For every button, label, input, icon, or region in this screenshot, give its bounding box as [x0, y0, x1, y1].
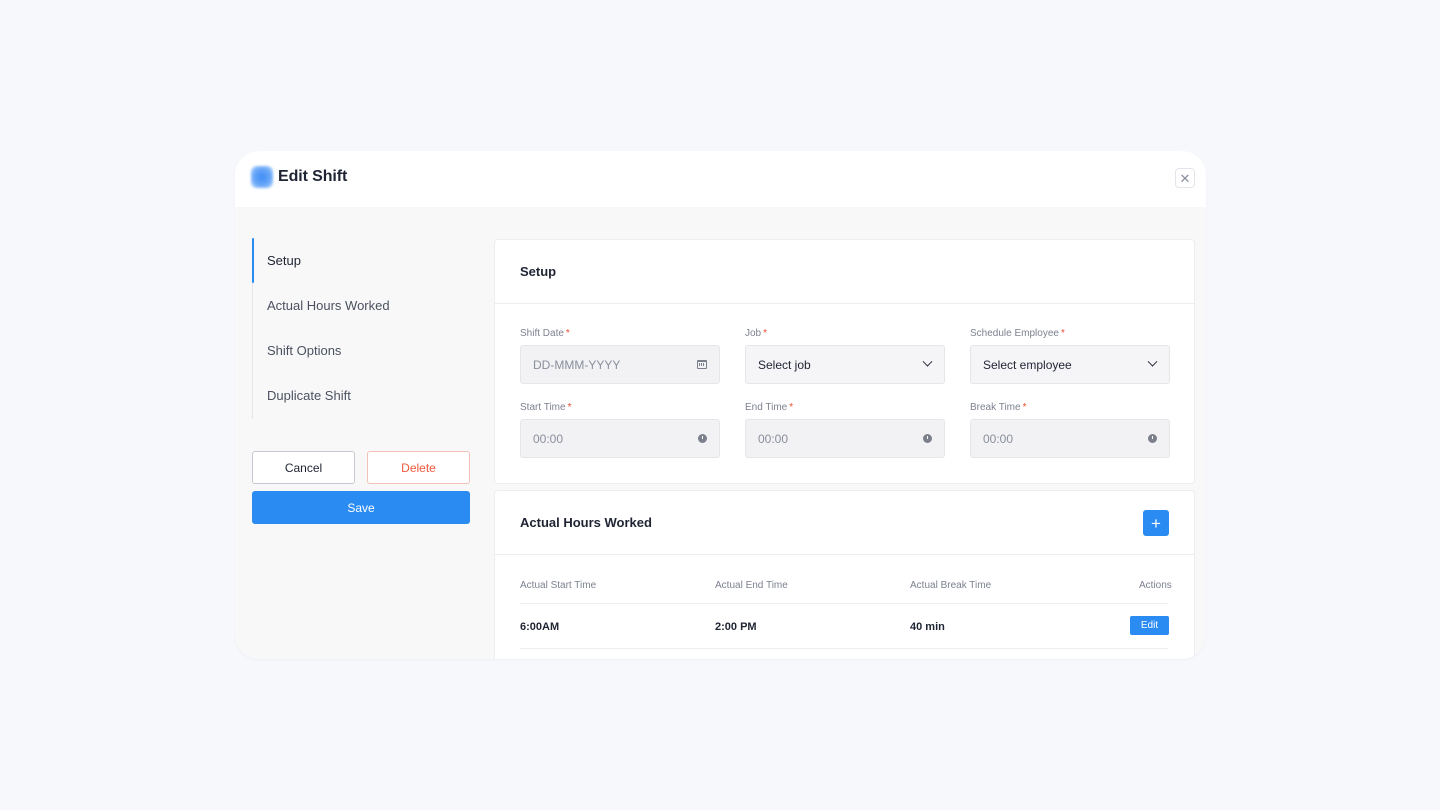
clock-icon: [697, 434, 707, 444]
modal-header: Edit Shift ✕: [235, 151, 1206, 207]
end-time-input[interactable]: 00:00: [745, 419, 945, 458]
nav-item-setup[interactable]: Setup: [252, 238, 482, 283]
chevron-down-icon: [922, 356, 932, 370]
clock-icon: [1147, 434, 1157, 444]
nav-item-shift-options[interactable]: Shift Options: [252, 328, 482, 373]
job-select-value: Select job: [758, 357, 811, 372]
column-header-actual-break-time: Actual Break Time: [910, 580, 992, 591]
clock-icon: [922, 434, 932, 444]
save-button[interactable]: Save: [252, 491, 470, 524]
actual-hours-card-header: Actual Hours Worked +: [495, 491, 1194, 555]
app-logo-icon: [251, 166, 273, 188]
schedule-employee-label: Schedule Employee *: [970, 328, 1065, 339]
cell-actual-break-time: 40 min: [910, 621, 945, 633]
start-time-input[interactable]: 00:00: [520, 419, 720, 458]
end-time-label: End Time *: [745, 402, 794, 413]
cell-actual-start-time: 6:00AM: [520, 621, 560, 633]
actual-hours-card: Actual Hours Worked + Actual Start Time …: [494, 490, 1195, 659]
calendar-icon[interactable]: [697, 360, 707, 370]
start-time-label: Start Time *: [520, 402, 572, 413]
job-label: Job *: [745, 328, 768, 339]
column-header-actual-start-time: Actual Start Time: [520, 580, 597, 591]
side-nav: Setup Actual Hours Worked Shift Options …: [252, 238, 482, 419]
edit-row-button[interactable]: Edit: [1130, 616, 1169, 635]
break-time-placeholder: 00:00: [983, 431, 1014, 446]
cancel-button[interactable]: Cancel: [252, 451, 355, 484]
close-icon[interactable]: ✕: [1175, 168, 1195, 188]
table-divider: [520, 648, 1168, 649]
employee-select[interactable]: Select employee: [970, 345, 1170, 384]
break-time-input[interactable]: 00:00: [970, 419, 1170, 458]
modal-title: Edit Shift: [278, 168, 348, 185]
table-divider: [520, 603, 1168, 604]
delete-button[interactable]: Delete: [367, 451, 470, 484]
start-time-placeholder: 00:00: [533, 431, 564, 446]
nav-item-actual-hours-worked[interactable]: Actual Hours Worked: [252, 283, 482, 328]
setup-card: Setup Shift Date * DD-MMM-YYYY Job * Selec…: [494, 239, 1195, 484]
column-header-actual-end-time: Actual End Time: [715, 580, 788, 591]
actual-hours-title: Actual Hours Worked: [520, 515, 652, 530]
shift-date-label: Shift Date *: [520, 328, 570, 339]
add-hours-button[interactable]: +: [1143, 510, 1169, 536]
cell-actual-end-time: 2:00 PM: [715, 621, 757, 633]
shift-date-placeholder: DD-MMM-YYYY: [533, 357, 621, 372]
nav-item-duplicate-shift[interactable]: Duplicate Shift: [252, 373, 482, 418]
setup-card-title: Setup: [495, 240, 1194, 304]
end-time-placeholder: 00:00: [758, 431, 789, 446]
shift-date-input[interactable]: DD-MMM-YYYY: [520, 345, 720, 384]
column-header-actions: Actions: [1139, 580, 1172, 591]
job-select[interactable]: Select job: [745, 345, 945, 384]
employee-select-value: Select employee: [983, 357, 1072, 372]
break-time-label: Break Time *: [970, 402, 1027, 413]
chevron-down-icon: [1147, 356, 1157, 370]
edit-shift-modal: Edit Shift ✕ Setup Actual Hours Worked S…: [235, 151, 1206, 659]
